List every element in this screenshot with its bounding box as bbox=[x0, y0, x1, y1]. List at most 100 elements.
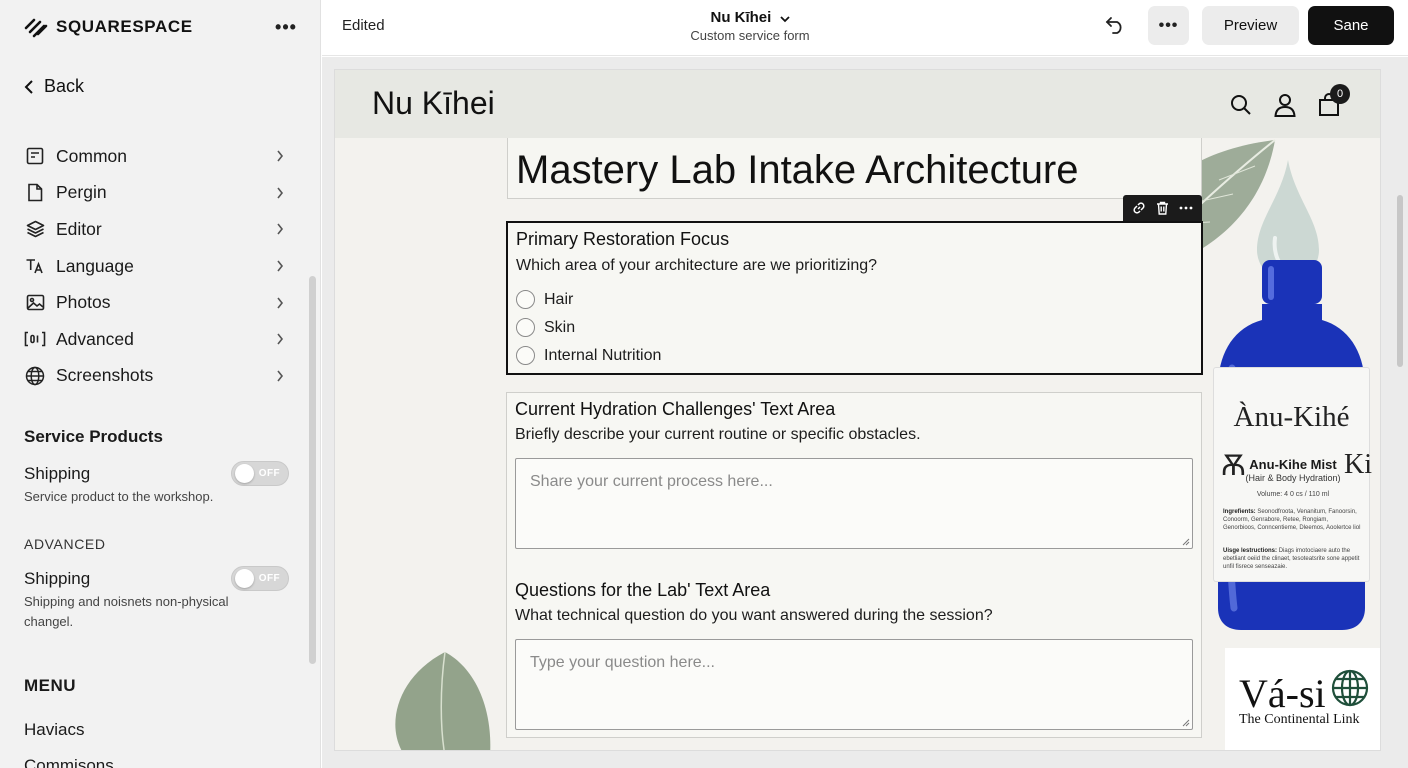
advanced-shipping-description: Shipping and noisnets non-physical chang… bbox=[24, 594, 229, 629]
product-label: Ànu-Kihé Ѫ Anu-Kihe Mist (Hair & Body Hy… bbox=[1213, 367, 1372, 582]
chevron-right-icon bbox=[274, 297, 286, 309]
resize-handle-icon[interactable] bbox=[1181, 537, 1190, 546]
radio-option-hair[interactable]: Hair bbox=[516, 290, 573, 309]
instructions-heading: Uisge lestructions: bbox=[1223, 548, 1278, 554]
partner-logo-text: Vá-si bbox=[1239, 671, 1326, 716]
textarea-placeholder: Type your question here... bbox=[530, 654, 715, 671]
cart-count-badge: 0 bbox=[1330, 84, 1350, 104]
menu-item-haviacs[interactable]: Haviacs bbox=[24, 720, 84, 740]
radio-button[interactable] bbox=[516, 318, 535, 337]
sidebar-item-label: Photos bbox=[56, 292, 111, 313]
product-instructions: Uisge lestructions: Diags imotociaere au… bbox=[1223, 547, 1361, 571]
chevron-down-icon bbox=[779, 10, 790, 27]
radio-button[interactable] bbox=[516, 290, 535, 309]
ingredients-heading: Ingrefients: bbox=[1223, 509, 1256, 515]
product-subtitle: (Hair & Body Hydration) bbox=[1245, 473, 1341, 483]
sidebar-more-icon[interactable]: ••• bbox=[274, 14, 298, 40]
search-icon[interactable] bbox=[1228, 92, 1254, 118]
site-header: Nu Kīhei 0 bbox=[335, 70, 1380, 138]
radio-button[interactable] bbox=[516, 346, 535, 365]
link-icon[interactable] bbox=[1129, 198, 1149, 218]
advanced-shipping-label: Shipping bbox=[24, 569, 91, 588]
block-toolbar bbox=[1123, 195, 1202, 221]
hydration-challenges-textarea[interactable]: Share your current process here... bbox=[515, 458, 1193, 549]
sidebar-scrollbar[interactable] bbox=[309, 276, 316, 664]
sidebar-item-editor[interactable]: Editor bbox=[24, 211, 286, 248]
sidebar-item-common[interactable]: Common bbox=[24, 138, 286, 175]
shipping-setting-description: Service product to the workshop. bbox=[24, 489, 214, 504]
resize-handle-icon[interactable] bbox=[1181, 718, 1190, 727]
sidebar-item-label: Common bbox=[56, 145, 127, 166]
account-icon[interactable] bbox=[1272, 92, 1298, 118]
canvas-scrollbar[interactable] bbox=[1397, 195, 1403, 367]
layers-icon bbox=[24, 218, 46, 240]
form-icon bbox=[24, 145, 46, 167]
page-name: Custom service form bbox=[690, 28, 810, 43]
partner-tagline: The Continental Link bbox=[1239, 712, 1360, 727]
sidebar-item-screenshots[interactable]: Screenshots bbox=[24, 358, 286, 395]
form-title-block[interactable]: Mastery Lab Intake Architecture bbox=[507, 138, 1202, 199]
radio-option-skin[interactable]: Skin bbox=[516, 318, 575, 337]
sidebar-item-language[interactable]: Language bbox=[24, 248, 286, 285]
site-preview: Nu Kīhei 0 Mastery Lab Intake Architectu… bbox=[335, 70, 1380, 750]
sidebar-item-photos[interactable]: Photos bbox=[24, 284, 286, 321]
chevron-left-icon bbox=[24, 79, 33, 94]
partner-logo-card: Vá-si The Continental Link bbox=[1225, 648, 1380, 750]
logo-text: SQUARESPACE bbox=[56, 17, 193, 36]
site-selector[interactable]: Nu Kīhei bbox=[640, 9, 860, 27]
question-title: Questions for the Lab' Text Area bbox=[515, 580, 771, 600]
sidebar-item-label: Editor bbox=[56, 218, 102, 239]
back-button[interactable]: Back bbox=[24, 76, 84, 97]
question-description: Briefly describe your current routine or… bbox=[515, 426, 921, 443]
image-icon bbox=[24, 292, 46, 314]
question-block-restoration-focus[interactable]: Primary Restoration Focus Which area of … bbox=[506, 221, 1203, 375]
product-brand: Ànu-Kihé bbox=[1233, 401, 1350, 433]
question-title: Current Hydration Challenges' Text Area bbox=[515, 399, 836, 419]
block-more-icon[interactable] bbox=[1176, 198, 1196, 218]
save-button[interactable]: Sane bbox=[1308, 6, 1394, 45]
chevron-right-icon bbox=[274, 187, 286, 199]
editor-topbar: Edited Nu Kīhei Custom service form ••• … bbox=[322, 0, 1408, 56]
site-name: Nu Kīhei bbox=[710, 9, 772, 26]
form-title: Mastery Lab Intake Architecture bbox=[516, 148, 1079, 192]
radio-option-internal-nutrition[interactable]: Internal Nutrition bbox=[516, 346, 661, 365]
product-ingredients: Ingrefients: Seonodfroota, Venanitum, Fa… bbox=[1223, 508, 1361, 532]
globe-icon bbox=[24, 365, 46, 387]
sidebar-item-label: Advanced bbox=[56, 328, 134, 349]
form-block-text-areas[interactable]: Current Hydration Challenges' Text Area … bbox=[506, 392, 1202, 738]
chevron-right-icon bbox=[274, 260, 286, 272]
edit-status: Edited bbox=[342, 17, 385, 34]
back-label: Back bbox=[44, 76, 85, 96]
editor-sidebar: SQUARESPACE ••• Back Common Pergin Edito… bbox=[0, 0, 321, 768]
sidebar-nav: Common Pergin Editor Language Photos Adv… bbox=[24, 138, 286, 394]
shipping-toggle[interactable]: OFF bbox=[231, 461, 289, 486]
chevron-right-icon bbox=[274, 333, 286, 345]
site-brand[interactable]: Nu Kīhei bbox=[372, 85, 495, 122]
sidebar-item-label: Screenshots bbox=[56, 365, 154, 386]
menu-item-commisons[interactable]: Commisons bbox=[24, 756, 114, 768]
leaf-decoration-bottom bbox=[395, 651, 491, 750]
lab-questions-textarea[interactable]: Type your question here... bbox=[515, 639, 1193, 730]
sidebar-item-advanced[interactable]: Advanced bbox=[24, 321, 286, 358]
toggle-state-text: OFF bbox=[258, 573, 280, 584]
preview-button[interactable]: Preview bbox=[1202, 6, 1299, 45]
service-products-title: Service Products bbox=[24, 427, 163, 446]
textarea-placeholder: Share your current process here... bbox=[530, 473, 773, 490]
product-glyph-right: Ki bbox=[1344, 449, 1372, 480]
chevron-right-icon bbox=[274, 223, 286, 235]
toggle-state-text: OFF bbox=[258, 468, 280, 479]
code-brackets-icon bbox=[24, 328, 46, 350]
toggle-knob bbox=[235, 464, 254, 483]
advanced-shipping-toggle[interactable]: OFF bbox=[231, 566, 289, 591]
page-icon bbox=[24, 182, 46, 204]
menu-title: MENU bbox=[24, 676, 77, 695]
question-description: Which area of your architecture are we p… bbox=[516, 257, 878, 274]
advanced-title: ADVANCED bbox=[24, 536, 106, 552]
product-name: Anu-Kihe Mist bbox=[1249, 457, 1337, 472]
translate-icon bbox=[24, 255, 46, 277]
trash-icon[interactable] bbox=[1152, 198, 1172, 218]
sidebar-item-pergin[interactable]: Pergin bbox=[24, 175, 286, 212]
chevron-right-icon bbox=[274, 150, 286, 162]
undo-button[interactable] bbox=[1103, 13, 1127, 37]
more-options-button[interactable]: ••• bbox=[1148, 6, 1189, 45]
